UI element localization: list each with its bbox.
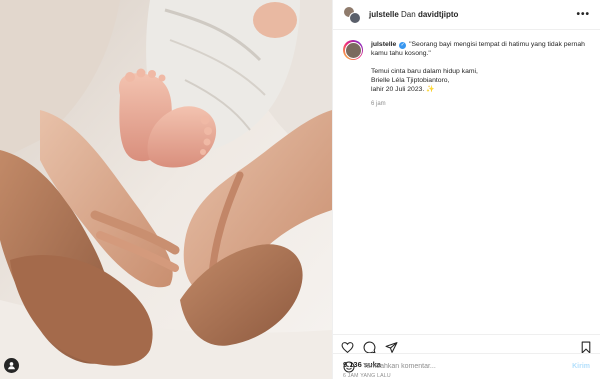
post-photo[interactable] <box>0 0 332 379</box>
post-comment-button[interactable]: Kirim <box>572 363 590 370</box>
post-header: julstelle Dan davidtjipto ••• <box>333 0 600 30</box>
user-tag-button[interactable] <box>4 358 19 373</box>
avatar <box>349 11 361 24</box>
comment-box: Kirim <box>333 353 600 379</box>
coauthor-link[interactable]: davidtjipto <box>418 10 458 19</box>
caption-avatar[interactable] <box>343 40 363 60</box>
instagram-post: julstelle Dan davidtjipto ••• julstelle … <box>0 0 600 379</box>
caption-timestamp: 6 jam <box>371 101 386 107</box>
emoji-icon[interactable] <box>343 361 355 373</box>
verified-badge-icon: ✓ <box>399 42 407 49</box>
author-separator: Dan <box>401 10 416 19</box>
author-link[interactable]: julstelle <box>369 10 399 19</box>
post-side-panel: julstelle Dan davidtjipto ••• julstelle … <box>332 0 600 379</box>
caption-section: julstelle ✓ "Seorang bayi mengisi tempat… <box>333 30 600 291</box>
comment-input[interactable] <box>363 363 573 370</box>
baby-feet-hands-photo <box>0 0 332 379</box>
caption-body: julstelle ✓ "Seorang bayi mengisi tempat… <box>371 40 590 291</box>
caption-line: Temui cinta baru dalam hidup kami, <box>371 68 478 75</box>
user-tag-icon <box>8 362 15 370</box>
more-options-icon[interactable]: ••• <box>576 9 590 20</box>
post-authors: julstelle Dan davidtjipto <box>369 10 576 19</box>
caption-username[interactable]: julstelle <box>371 41 396 48</box>
caption-line: Brielle Léla Tjiptobiantoro, <box>371 77 450 84</box>
caption-line: lahir 20 Juli 2023. ✨ <box>371 86 435 93</box>
collab-avatars[interactable] <box>343 5 361 24</box>
